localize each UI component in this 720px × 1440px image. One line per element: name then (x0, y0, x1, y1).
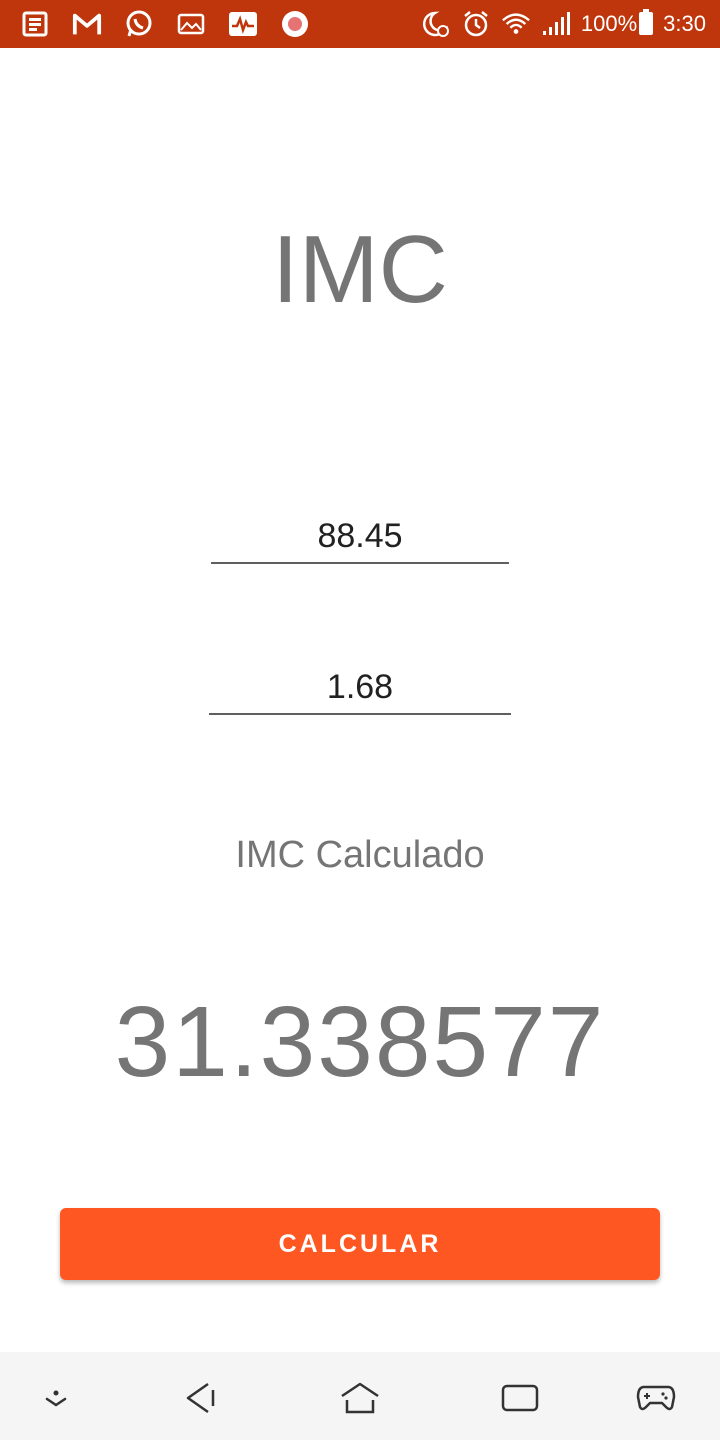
system-status-icons: 100% 3:30 (421, 8, 706, 40)
clock: 3:30 (663, 11, 706, 36)
navigation-bar (0, 1352, 720, 1440)
whatsapp-icon (124, 9, 154, 39)
alarm-icon (461, 9, 491, 39)
result-label: IMC Calculado (235, 834, 485, 876)
gmail-icon (72, 9, 102, 39)
page-title: IMC (272, 216, 448, 323)
signal-icon (541, 9, 571, 39)
weight-input[interactable]: 88.45 (211, 516, 509, 564)
health-icon (228, 9, 258, 39)
status-bar: 100% 3:30 (0, 0, 720, 48)
calculate-button-label: CALCULAR (278, 1229, 442, 1258)
game-icon[interactable] (632, 1374, 680, 1422)
battery-icon (639, 8, 654, 40)
battery-percent: 100% (580, 11, 638, 36)
wifi-icon (501, 9, 531, 39)
expand-icon[interactable] (32, 1374, 80, 1422)
gallery-icon (176, 9, 206, 39)
news-icon (20, 9, 50, 39)
result-value: 31.338577 (114, 986, 606, 1098)
do-not-disturb-icon (421, 9, 451, 39)
calculate-button[interactable]: CALCULAR (60, 1208, 660, 1280)
back-icon[interactable] (176, 1374, 224, 1422)
notification-icons (20, 9, 310, 39)
battery-status: 100% (580, 8, 654, 40)
height-input[interactable]: 1.68 (209, 667, 511, 715)
recents-icon[interactable] (496, 1374, 544, 1422)
home-icon[interactable] (336, 1374, 384, 1422)
record-icon (280, 9, 310, 39)
